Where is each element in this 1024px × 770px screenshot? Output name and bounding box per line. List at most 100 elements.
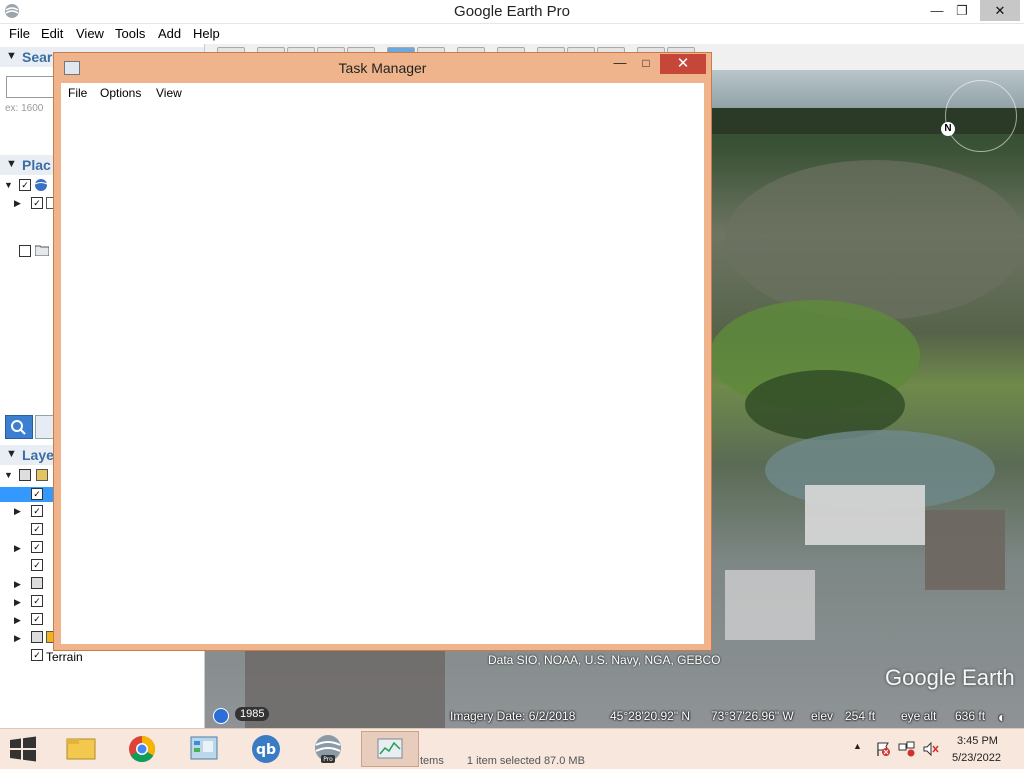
layer-checkbox[interactable]: ✓: [31, 505, 43, 517]
task-manager-close-button[interactable]: ✕: [660, 54, 706, 74]
folder-icon: [66, 738, 96, 760]
menu-file[interactable]: File: [9, 26, 30, 41]
places-checkbox[interactable]: ✓: [31, 197, 43, 209]
layer-checkbox[interactable]: ✓: [31, 541, 43, 553]
window-title: Google Earth Pro: [454, 3, 570, 20]
volume-muted-icon[interactable]: [922, 741, 940, 757]
longitude-readout: 73°37'26.96" W: [711, 709, 794, 723]
navigation-compass[interactable]: [945, 80, 1017, 152]
tm-menu-view[interactable]: View: [156, 86, 182, 100]
taskbar: qb Pro tems 1 item selected 87.0 MB ▲ 3:…: [0, 728, 1024, 769]
expand-arrow-icon[interactable]: ▶: [14, 506, 21, 517]
layers-checkbox[interactable]: [19, 469, 31, 481]
tm-menu-file[interactable]: File: [68, 86, 87, 100]
north-indicator-icon[interactable]: N: [941, 122, 955, 136]
svg-text:qb: qb: [256, 742, 276, 758]
menu-add[interactable]: Add: [158, 26, 181, 41]
task-manager-taskbar-button[interactable]: [361, 731, 419, 767]
temporary-places-checkbox[interactable]: [19, 245, 31, 257]
expand-arrow-icon[interactable]: ▼: [4, 470, 13, 480]
file-explorer-taskbar-button[interactable]: [52, 731, 110, 767]
layer-checkbox[interactable]: [31, 631, 43, 643]
control-panel-taskbar-button[interactable]: [175, 731, 233, 767]
qbittorrent-taskbar-button[interactable]: qb: [237, 731, 295, 767]
collapse-arrow-icon: ▼: [6, 50, 17, 62]
expand-arrow-icon[interactable]: ▶: [14, 633, 21, 644]
places-checkbox[interactable]: ✓: [19, 179, 31, 191]
building-roof: [725, 570, 815, 640]
search-hint: ex: 1600: [5, 103, 44, 114]
menu-view[interactable]: View: [76, 26, 104, 41]
places-panel-label: Plac: [22, 157, 51, 173]
layer-checkbox[interactable]: ✓: [31, 559, 43, 571]
expand-arrow-icon[interactable]: ▼: [4, 180, 13, 190]
chrome-icon: [129, 735, 156, 763]
selected-layer-row[interactable]: [0, 487, 60, 502]
eye-alt-value: 636 ft: [955, 709, 986, 723]
menu-edit[interactable]: Edit: [41, 26, 63, 41]
explorer-items-fragment: tems: [420, 755, 444, 767]
search-tab-button[interactable]: [5, 415, 33, 439]
windows-start-icon[interactable]: [8, 736, 38, 762]
task-manager-minimize-button[interactable]: —: [612, 56, 628, 71]
expand-arrow-icon[interactable]: ▶: [14, 198, 21, 209]
collapse-arrow-icon: ▼: [6, 158, 17, 170]
clock-time[interactable]: 3:45 PM: [957, 735, 998, 747]
task-manager-content: [61, 103, 704, 644]
close-button[interactable]: ✕: [980, 0, 1020, 21]
show-hidden-icons-icon[interactable]: ▲: [853, 741, 862, 751]
control-panel-icon: [190, 736, 218, 760]
expand-arrow-icon[interactable]: ▶: [14, 543, 21, 554]
chrome-taskbar-button[interactable]: [113, 731, 171, 767]
google-earth-logo: Google Earth: [885, 665, 1015, 690]
task-manager-icon: [377, 738, 403, 759]
menu-tools[interactable]: Tools: [115, 26, 145, 41]
layer-checkbox[interactable]: [31, 577, 43, 589]
expand-arrow-icon[interactable]: ▶: [14, 615, 21, 626]
layers-panel-label: Laye: [22, 447, 54, 463]
menu-bar: File Edit View Tools Add Help: [0, 24, 1024, 44]
magnifier-icon: [11, 420, 26, 435]
explorer-status-text: tems 1 item selected 87.0 MB: [420, 755, 585, 767]
imagery-date: Imagery Date: 6/2/2018: [450, 709, 576, 723]
tm-menu-options[interactable]: Options: [100, 86, 141, 100]
collapse-arrow-icon: ▼: [6, 448, 17, 460]
google-earth-pro-taskbar-button[interactable]: Pro: [299, 731, 357, 767]
task-manager-window: Task Manager — □ ✕ File Options View: [53, 52, 712, 651]
layer-checkbox[interactable]: ✓: [31, 595, 43, 607]
building-roof: [805, 485, 925, 545]
building-roof: [925, 510, 1005, 590]
elev-label: elev: [811, 709, 834, 723]
terrain-label: Terrain: [46, 650, 83, 664]
tour-tab-button[interactable]: [35, 415, 55, 439]
primary-database-icon: [36, 469, 48, 481]
task-manager-menu-bar: File Options View: [61, 83, 704, 103]
task-manager-maximize-button[interactable]: □: [638, 56, 654, 70]
expand-arrow-icon[interactable]: ▶: [14, 597, 21, 608]
google-earth-pro-icon: Pro: [315, 735, 341, 763]
layer-checkbox[interactable]: ✓: [31, 488, 43, 500]
qbittorrent-icon: qb: [252, 735, 280, 763]
elev-value: 254 ft: [845, 709, 876, 723]
historical-imagery-icon[interactable]: [213, 708, 229, 724]
network-icon[interactable]: [898, 741, 916, 757]
expand-arrow-icon[interactable]: ▶: [14, 579, 21, 590]
terrain-checkbox[interactable]: ✓: [31, 649, 43, 661]
eye-alt-label: eye alt: [901, 709, 937, 723]
explorer-selection-status: 1 item selected 87.0 MB: [466, 755, 585, 767]
historical-year-badge[interactable]: 1985: [235, 707, 270, 721]
map-status-bar: 1985 Imagery Date: 6/2/2018 45°28'20.92"…: [205, 705, 1024, 728]
folder-icon: [35, 245, 49, 256]
latitude-readout: 45°28'20.92" N: [610, 709, 691, 723]
action-center-flag-icon[interactable]: [875, 741, 891, 757]
layer-checkbox[interactable]: ✓: [31, 613, 43, 625]
svg-text:Pro: Pro: [323, 756, 333, 763]
loading-spinner-icon: ◐: [998, 709, 1007, 725]
menu-help[interactable]: Help: [193, 26, 220, 41]
google-earth-titlebar: Google Earth Pro — ❐ ✕: [0, 0, 1024, 24]
clock-date[interactable]: 5/23/2022: [952, 752, 1001, 764]
data-attribution: Data SIO, NOAA, U.S. Navy, NGA, GEBCO: [488, 653, 721, 667]
my-places-globe-icon: [34, 179, 48, 191]
restore-button[interactable]: ❐: [947, 0, 977, 21]
layer-checkbox[interactable]: ✓: [31, 523, 43, 535]
